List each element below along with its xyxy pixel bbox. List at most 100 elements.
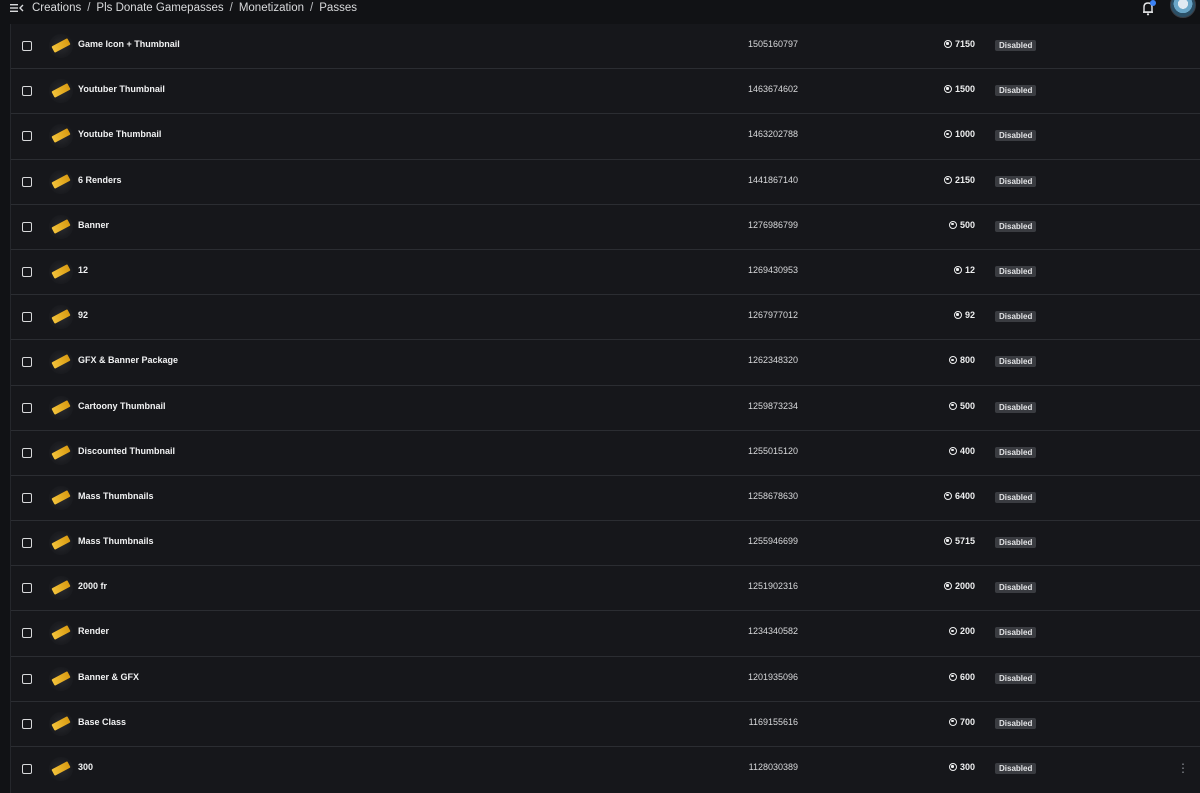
row-checkbox[interactable]: [22, 41, 32, 51]
robux-icon: [948, 627, 957, 636]
pass-price-value: 1500: [954, 84, 975, 95]
pass-name[interactable]: Mass Thumbnails: [78, 536, 154, 546]
table-row[interactable]: Cartoony Thumbnail 1259873234 500 Disabl…: [11, 386, 1200, 431]
table-row[interactable]: Game Icon + Thumbnail 1505160797 7150 Di…: [11, 24, 1200, 70]
row-checkbox[interactable]: [22, 266, 32, 277]
table-row[interactable]: Banner 1276986799 500 Disabled: [11, 205, 1200, 250]
row-checkbox[interactable]: [22, 402, 32, 413]
row-checkbox[interactable]: [22, 221, 32, 232]
pass-name[interactable]: 92: [78, 310, 88, 320]
pass-name[interactable]: 2000 fr: [78, 581, 107, 591]
table-row[interactable]: Base Class 1169155616 700 Disabled: [11, 702, 1200, 747]
status-badge: Disabled: [995, 265, 1037, 277]
status-badge: Disabled: [995, 130, 1037, 142]
avatar[interactable]: [1170, 0, 1196, 18]
pass-id: 1201935096: [747, 671, 798, 682]
pass-name[interactable]: 300: [78, 762, 93, 772]
pass-name[interactable]: Banner & GFX: [78, 672, 139, 682]
table-row[interactable]: 2000 fr 1251902316 2000 Disabled: [11, 566, 1200, 612]
row-checkbox[interactable]: [22, 764, 32, 774]
pass-name[interactable]: Render: [78, 626, 109, 636]
robux-icon: [948, 446, 957, 455]
robux-icon: [943, 491, 952, 500]
pass-name[interactable]: Base Class: [78, 717, 126, 727]
pass-price: 92: [911, 310, 975, 320]
table-row[interactable]: Banner & GFX 1201935096 600 Disabled: [11, 657, 1200, 702]
table-row[interactable]: GFX & Banner Package 1262348320 800 Disa…: [11, 340, 1200, 386]
pass-name[interactable]: 12: [78, 265, 88, 275]
status-badge: Disabled: [995, 582, 1037, 594]
menu-collapse-icon[interactable]: [10, 2, 24, 14]
table-row[interactable]: Discounted Thumbnail 1255015120 400 Disa…: [11, 431, 1200, 476]
table-row[interactable]: Mass Thumbnails 1258678630 6400 Disabled: [11, 476, 1200, 522]
pass-id: 1234340582: [747, 626, 798, 637]
pass-name[interactable]: Youtube Thumbnail: [78, 129, 161, 139]
table-row[interactable]: Youtuber Thumbnail 1463674602 1500 Disab…: [11, 69, 1200, 115]
pass-price: 200: [911, 626, 975, 636]
table-row[interactable]: 12 1269430953 12 Disabled: [11, 250, 1200, 296]
breadcrumb-passes: Passes: [319, 2, 357, 14]
pass-id: 1267977012: [747, 310, 798, 321]
row-checkbox[interactable]: [22, 583, 32, 594]
pass-price-value: 800: [959, 355, 975, 366]
table-row[interactable]: Mass Thumbnails 1255946699 5715 Disabled: [11, 521, 1200, 567]
row-checkbox[interactable]: [22, 312, 32, 323]
table-row[interactable]: 6 Renders 1441867140 2150 Disabled: [11, 160, 1200, 205]
pass-name[interactable]: Discounted Thumbnail: [78, 446, 175, 456]
robux-icon: [948, 763, 957, 771]
table-row[interactable]: 300 1128030389 300 Disabled ⋮: [11, 747, 1200, 792]
pass-name[interactable]: 6 Renders: [78, 175, 122, 185]
row-checkbox[interactable]: [22, 447, 32, 458]
robux-icon: [948, 717, 957, 726]
row-checkbox[interactable]: [22, 718, 32, 729]
pass-name[interactable]: Cartoony Thumbnail: [78, 401, 166, 411]
pass-thumbnail: [49, 34, 73, 58]
status-badge: Disabled: [995, 717, 1037, 729]
pass-name[interactable]: GFX & Banner Package: [78, 355, 178, 365]
ticket-icon: [51, 715, 71, 731]
status-badge: Disabled: [995, 627, 1037, 639]
table-row[interactable]: Render 1234340582 200 Disabled: [11, 611, 1200, 657]
row-checkbox[interactable]: [22, 131, 32, 142]
row-checkbox[interactable]: [22, 86, 32, 97]
row-checkbox[interactable]: [22, 673, 32, 684]
pass-thumbnail: [49, 305, 73, 330]
pass-price-value: 6400: [954, 490, 975, 501]
pass-price-value: 500: [959, 400, 975, 411]
row-checkbox[interactable]: [22, 538, 32, 549]
ticket-icon: [51, 670, 71, 686]
pass-name[interactable]: Game Icon + Thumbnail: [78, 39, 180, 49]
status-badge: Disabled: [995, 175, 1037, 187]
pass-name[interactable]: Youtuber Thumbnail: [78, 84, 165, 94]
pass-id: 1276986799: [747, 219, 798, 230]
ticket-icon: [51, 761, 71, 776]
pass-id: 1255015120: [747, 445, 798, 456]
breadcrumb-monetization[interactable]: Monetization: [239, 2, 304, 14]
more-vertical-icon[interactable]: ⋮: [1177, 761, 1189, 775]
row-checkbox[interactable]: [22, 357, 32, 368]
pass-price: 700: [911, 717, 975, 727]
ticket-icon: [51, 264, 71, 279]
pass-price-value: 5715: [954, 536, 975, 547]
pass-thumbnail: [49, 169, 73, 194]
pass-price-value: 7150: [954, 39, 975, 49]
ticket-icon: [51, 218, 71, 234]
row-checkbox[interactable]: [22, 492, 32, 503]
ticket-icon: [51, 83, 71, 99]
pass-thumbnail: [49, 621, 73, 646]
row-checkbox[interactable]: [22, 628, 32, 639]
table-row[interactable]: 92 1267977012 92 Disabled: [11, 295, 1200, 341]
robux-icon: [943, 40, 952, 48]
pass-thumbnail: [49, 666, 73, 691]
ticket-icon: [51, 444, 71, 460]
table-row[interactable]: Youtube Thumbnail 1463202788 1000 Disabl…: [11, 114, 1200, 160]
pass-price-value: 600: [959, 671, 975, 682]
pass-name[interactable]: Banner: [78, 220, 109, 230]
pass-name[interactable]: Mass Thumbnails: [78, 491, 154, 501]
breadcrumb-experience[interactable]: Pls Donate Gamepasses: [96, 2, 223, 14]
row-checkbox[interactable]: [22, 176, 32, 187]
breadcrumb-creations[interactable]: Creations: [32, 2, 81, 14]
status-badge: Disabled: [995, 356, 1037, 368]
pass-price: 12: [911, 265, 975, 275]
ticket-icon: [51, 490, 71, 505]
